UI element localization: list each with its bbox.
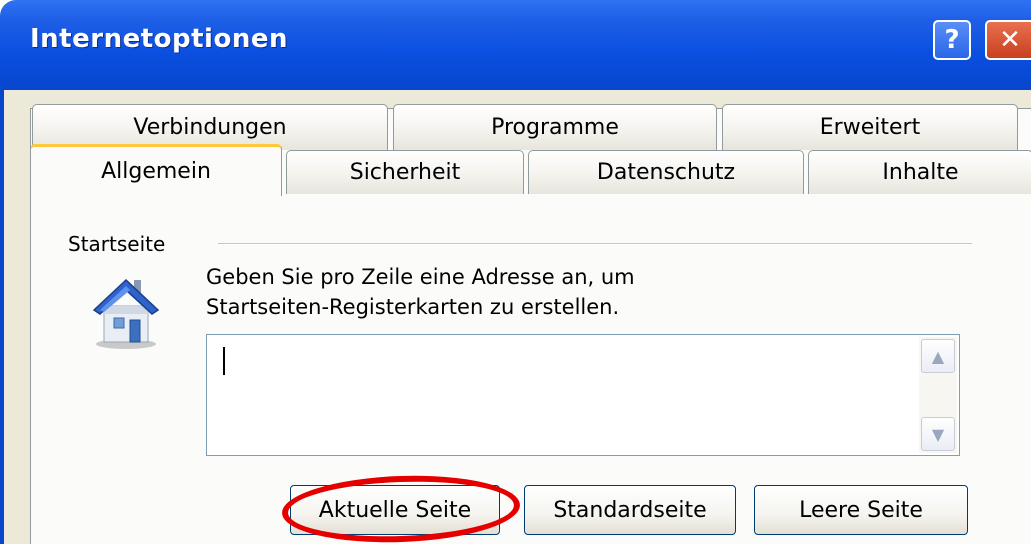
title-bar[interactable]: Internetoptionen ? ✕ [0,0,1031,90]
description-line: Geben Sie pro Zeile eine Adresse an, um [206,265,635,289]
tab-label: Programme [491,115,619,140]
group-divider [218,243,972,245]
description-line: Startseiten-Registerkarten zu erstellen. [206,295,620,319]
help-button[interactable]: ? [933,20,971,60]
tab-label: Verbindungen [133,115,287,140]
internet-options-window: Internetoptionen ? ✕ Verbindungen Progra… [0,0,1031,544]
vertical-scrollbar[interactable]: ▲ ▼ [919,337,957,453]
use-current-button[interactable]: Aktuelle Seite [290,485,500,535]
button-label: Aktuelle Seite [318,497,472,523]
homepage-description: Geben Sie pro Zeile eine Adresse an, um … [206,262,635,322]
tab-inhalte[interactable]: Inhalte [808,150,1031,194]
tab-label: Sicherheit [349,160,461,185]
tab-datenschutz[interactable]: Datenschutz [528,150,804,194]
close-button[interactable]: ✕ [985,20,1031,60]
tab-label: Erweitert [819,115,921,140]
scroll-up-button[interactable]: ▲ [921,339,955,373]
tab-programme[interactable]: Programme [393,104,717,150]
tab-label: Allgemein [101,159,211,184]
question-mark-icon: ? [944,25,960,55]
text-caret [223,347,225,375]
use-default-button[interactable]: Standardseite [524,485,736,535]
use-blank-button[interactable]: Leere Seite [754,485,968,535]
tab-label: Datenschutz [596,160,736,185]
button-label: Leere Seite [799,497,923,523]
tab-erweitert[interactable]: Erweitert [722,104,1018,150]
button-label: Standardseite [553,497,707,523]
group-label-startseite: Startseite [68,232,166,256]
chevron-down-icon: ▼ [931,424,945,444]
close-icon: ✕ [999,25,1021,55]
chevron-up-icon: ▲ [931,346,945,366]
house-icon [92,278,160,349]
scroll-down-button[interactable]: ▼ [921,417,955,451]
homepage-address-textarea[interactable]: ▲ ▼ [206,334,960,456]
window-title: Internetoptionen [30,24,288,54]
tab-label: Inhalte [882,160,959,185]
tab-allgemein[interactable]: Allgemein [30,144,282,196]
tab-sicherheit[interactable]: Sicherheit [286,150,524,194]
